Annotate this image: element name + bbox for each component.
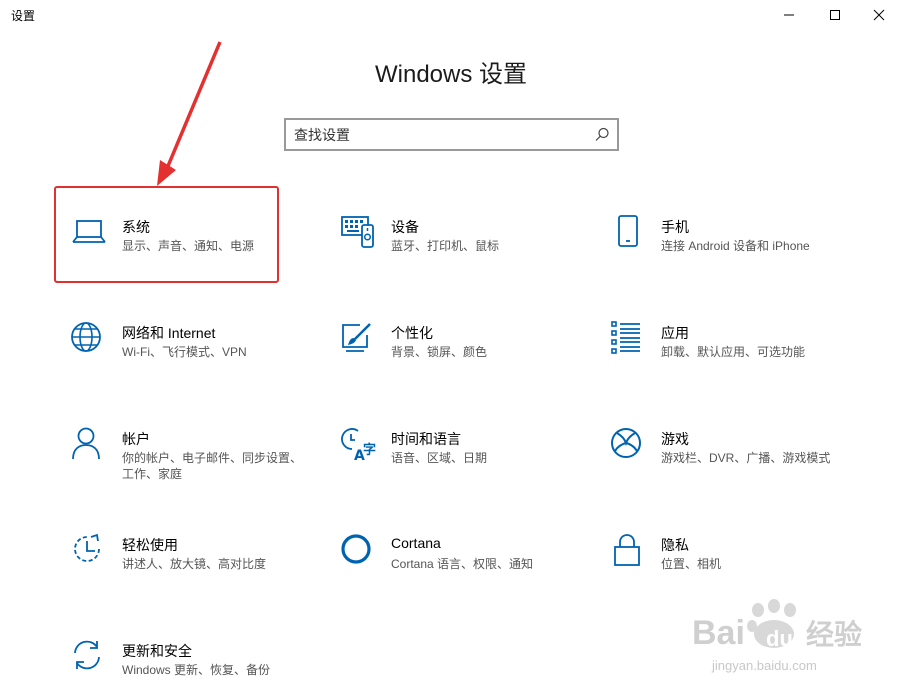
tile-description: Cortana 语言、权限、通知 [391,557,534,571]
cortana-icon [341,534,371,564]
time-language-icon: A 字 [341,428,376,463]
minimize-button[interactable] [766,0,812,30]
person-icon [72,427,100,460]
tile-network[interactable]: 网络和 Internet Wi-Fi、飞行模式、VPN [57,321,307,401]
phone-icon [618,215,638,247]
tile-title: 游戏 [661,431,689,447]
page-title: Windows 设置 [374,61,528,88]
tile-title: 应用 [661,325,689,341]
svg-text:Bai: Bai [692,614,745,652]
search-box[interactable] [284,118,619,151]
tile-gaming[interactable]: 游戏 游戏栏、DVR、广播、游戏模式 [596,427,846,507]
svg-text:jingyan.baidu.com: jingyan.baidu.com [711,658,817,673]
tile-description: Windows 更新、恢复、备份 [122,663,271,677]
close-button[interactable] [856,0,902,30]
search-icon[interactable] [593,126,611,144]
svg-text:字: 字 [363,442,376,458]
tile-phone[interactable]: 手机 连接 Android 设备和 iPhone [596,215,846,295]
tile-description: 蓝牙、打印机、鼠标 [391,239,500,253]
svg-text:经验: 经验 [806,618,862,651]
tile-description: 你的帐户、电子邮件、同步设置、工作、家庭 [122,451,303,481]
title-bar: 设置 [0,0,902,30]
tile-accounts[interactable]: 帐户 你的帐户、电子邮件、同步设置、工作、家庭 [57,427,307,507]
tile-time-language[interactable]: A 字 时间和语言 语音、区域、日期 [326,427,576,507]
tile-title: Cortana [391,535,441,551]
xbox-icon [611,428,641,458]
tile-description: Wi-Fi、飞行模式、VPN [122,345,247,359]
tile-title: 帐户 [122,431,150,447]
update-sync-icon [74,640,100,670]
tile-description: 背景、锁屏、颜色 [391,345,488,359]
close-icon [873,9,885,21]
tile-title: 隐私 [661,537,689,553]
tile-title: 时间和语言 [391,431,461,447]
globe-icon [71,322,101,352]
search-input[interactable] [294,124,584,146]
tile-update-security[interactable]: 更新和安全 Windows 更新、恢复、备份 [57,639,307,696]
keyboard-devices-icon [341,216,374,248]
maximize-icon [830,10,840,20]
lock-icon [614,534,640,566]
maximize-button[interactable] [812,0,858,30]
tile-devices[interactable]: 设备 蓝牙、打印机、鼠标 [326,215,576,295]
tile-title: 轻松使用 [122,537,178,553]
window-title: 设置 [11,9,36,23]
minimize-icon [784,14,794,16]
tile-description: 讲述人、放大镜、高对比度 [122,557,267,571]
tile-personalization[interactable]: 个性化 背景、锁屏、颜色 [326,321,576,401]
tile-cortana[interactable]: Cortana Cortana 语言、权限、通知 [326,533,576,613]
tile-title: 手机 [661,219,689,235]
tile-title: 网络和 Internet [122,325,216,341]
ease-of-access-icon [74,533,100,562]
tile-title: 设备 [391,219,419,235]
tile-title: 个性化 [391,325,433,341]
svg-text:du: du [766,626,793,651]
tile-description: 位置、相机 [661,557,722,571]
tile-description: 卸载、默认应用、可选功能 [661,345,806,359]
tile-title: 更新和安全 [122,643,192,659]
tile-description: 连接 Android 设备和 iPhone [661,239,810,253]
tile-description: 游戏栏、DVR、广播、游戏模式 [661,451,831,465]
tile-ease-of-access[interactable]: 轻松使用 讲述人、放大镜、高对比度 [57,533,307,613]
paint-brush-icon [342,323,371,352]
tile-apps[interactable]: 应用 卸载、默认应用、可选功能 [596,321,846,401]
apps-list-icon [611,321,640,354]
tile-description: 语音、区域、日期 [391,451,488,465]
highlight-box [54,186,279,283]
baidu-watermark-logo: Bai du 经验 jingyan.baidu.com [692,599,862,673]
